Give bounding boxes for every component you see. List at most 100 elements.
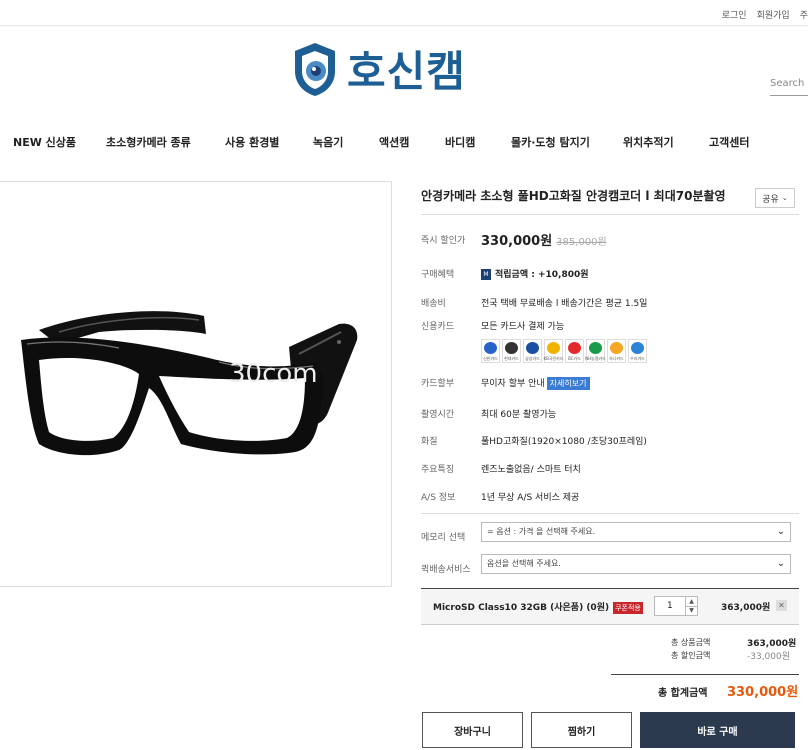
total-value: 330,000원 [727, 685, 799, 700]
shipping-text: 전국 택배 무료배송 l 배송기간은 평균 1.5일 [481, 299, 648, 309]
glasses-image: 30com [21, 311, 358, 456]
sale-price: 330,000원 [481, 234, 553, 249]
card-brand-icon [505, 342, 518, 354]
benefit-text: 적립금액 : +10,800원 [495, 270, 589, 280]
installment-detail-button[interactable]: 자세히보기 [546, 377, 590, 390]
nav-item-environment[interactable]: 사용 환경별 [225, 134, 279, 150]
card-brand-icon [547, 342, 560, 354]
card-logo: 현대카드 [502, 339, 521, 363]
signup-link[interactable]: 회원가입 [757, 8, 790, 21]
add-to-cart-button[interactable]: 장바구니 [422, 712, 523, 748]
card-name: 신한카드 [483, 356, 498, 361]
card-name: 우리카드 [630, 356, 645, 361]
quality-label: 화질 [421, 437, 438, 447]
installment-label: 카드할부 [421, 379, 455, 389]
credit-text: 모든 카드사 결제 가능 [481, 322, 565, 332]
top-links: 로그인 회원가입 주 [722, 8, 808, 21]
card-brand-icon [589, 342, 602, 354]
share-label: 공유 [762, 194, 779, 205]
installment-value: 무이자 할부 안내 자세히보기 [481, 376, 590, 390]
card-name: KB국민카드 [543, 356, 564, 361]
quick-delivery-select[interactable]: 옵션을 선택해 주세요. ⌄ [481, 554, 791, 574]
quality-text: 풀HD고화질(1920×1080 /초당30프레임) [481, 437, 647, 447]
selected-option: MicroSD Class10 32GB (사은품) (0원) 쿠폰적용 1 ▲ … [421, 588, 799, 625]
product-image[interactable]: 30com [0, 181, 392, 587]
buy-now-button[interactable]: 바로 구매 [640, 712, 795, 748]
total-discount-label: 총 할인금액 [671, 651, 711, 660]
card-brand-icon [526, 342, 539, 354]
nav-item-recorder[interactable]: 녹음기 [313, 134, 343, 150]
main-nav: NEW 신상품 초소형카메라 종류 사용 환경별 녹음기 액션캠 바디캠 몰카·… [0, 124, 808, 160]
nav-item-body-cam[interactable]: 바디캠 [445, 134, 475, 150]
recording-text: 최대 60분 촬영가능 [481, 410, 557, 420]
total-product-label: 총 상품금액 [671, 638, 711, 647]
quick-select-value: 옵션을 선택해 주세요. [487, 559, 561, 568]
card-name: NH농협카드 [585, 356, 606, 361]
features-text: 렌즈노출없음/ 스마트 터치 [481, 465, 581, 475]
nav-item-gps-tracker[interactable]: 위치추적기 [623, 134, 674, 150]
nav-item-detector[interactable]: 몰카·도청 탐지기 [511, 134, 590, 150]
memory-select-label: 메모리 선택 [421, 533, 466, 543]
search-input[interactable]: Search [770, 78, 808, 96]
mileage-badge: M [481, 269, 491, 280]
top-bar: 로그인 회원가입 주 [0, 0, 808, 26]
quantity-stepper[interactable]: 1 ▲ ▼ [654, 596, 698, 616]
card-name: 하나카드 [609, 356, 624, 361]
login-link[interactable]: 로그인 [722, 8, 747, 21]
divider [421, 513, 799, 514]
card-logos: 신한카드 현대카드 삼성카드 KB국민카드 BC카드 NH농협카드 하나카드 우리카드 [481, 339, 647, 363]
total-product-value: 363,000원 [747, 639, 797, 649]
card-logo: 우리카드 [628, 339, 647, 363]
decrease-icon[interactable]: ▼ [685, 606, 697, 616]
nav-item-customer-center[interactable]: 고객센터 [709, 134, 749, 150]
nav-item-action-cam[interactable]: 액션캠 [379, 134, 409, 150]
benefit-label: 구매혜택 [421, 270, 455, 280]
original-price: 385,000원 [556, 237, 607, 248]
order-link[interactable]: 주 [800, 8, 808, 21]
card-logo: BC카드 [565, 339, 584, 363]
quantity-value: 1 [667, 601, 673, 611]
site-logo[interactable]: 호신캠 [291, 38, 466, 99]
total-discount-value: -33,000원 [747, 652, 791, 662]
features-label: 주요특징 [421, 465, 455, 475]
logo-text: 호신캠 [347, 47, 466, 96]
chevron-down-icon: ⌄ [781, 194, 788, 202]
card-logo: NH농협카드 [585, 339, 606, 363]
card-name: 현대카드 [504, 356, 519, 361]
nav-item-new[interactable]: NEW 신상품 [13, 134, 76, 150]
card-brand-icon [484, 342, 497, 354]
installment-text: 무이자 할부 안내 [481, 379, 545, 389]
wishlist-button[interactable]: 찜하기 [531, 712, 632, 748]
credit-label: 신용카드 [421, 322, 455, 332]
card-brand-icon [568, 342, 581, 354]
quick-select-label: 퀵배송서비스 [421, 565, 471, 575]
card-logo: 하나카드 [607, 339, 626, 363]
memory-select-value: = 옵션 : 가격 을 선택해 주세요. [487, 527, 596, 536]
card-brand-icon [631, 342, 644, 354]
share-button[interactable]: 공유 ⌄ [755, 188, 795, 208]
image-watermark: 30com [229, 359, 318, 389]
coupon-badge: 쿠폰적용 [613, 602, 643, 614]
total-label: 총 합계금액 [658, 688, 708, 699]
benefit-value: M 적립금액 : +10,800원 [481, 267, 589, 280]
selected-option-text: MicroSD Class10 32GB (사은품) (0원) [433, 603, 610, 613]
sale-price-label: 즉시 할인가 [421, 236, 466, 246]
selected-option-name: MicroSD Class10 32GB (사은품) (0원) 쿠폰적용 [433, 600, 643, 614]
card-name: 삼성카드 [525, 356, 540, 361]
chevron-down-icon: ⌄ [776, 558, 785, 569]
as-text: 1년 무상 A/S 서비스 제공 [481, 493, 580, 503]
chevron-down-icon: ⌄ [776, 526, 785, 537]
product-info: 즉시 할인가 330,000원 385,000원 구매혜택 M 적립금액 : +10… [421, 214, 799, 503]
as-label: A/S 정보 [421, 493, 456, 503]
sale-price-value: 330,000원 385,000원 [481, 230, 607, 249]
product-title: 안경카메라 초소형 풀HD고화질 안경캠코더 l 최대70분촬영 [421, 189, 726, 203]
card-brand-icon [610, 342, 623, 354]
shield-eye-icon [295, 42, 335, 96]
nav-item-camera-types[interactable]: 초소형카메라 종류 [106, 134, 191, 150]
close-icon[interactable]: ✕ [776, 600, 787, 611]
recording-label: 촬영시간 [421, 410, 455, 420]
summary-divider [611, 674, 799, 675]
memory-select[interactable]: = 옵션 : 가격 을 선택해 주세요. ⌄ [481, 522, 791, 542]
card-name: BC카드 [568, 356, 581, 361]
shipping-label: 배송비 [421, 299, 446, 309]
